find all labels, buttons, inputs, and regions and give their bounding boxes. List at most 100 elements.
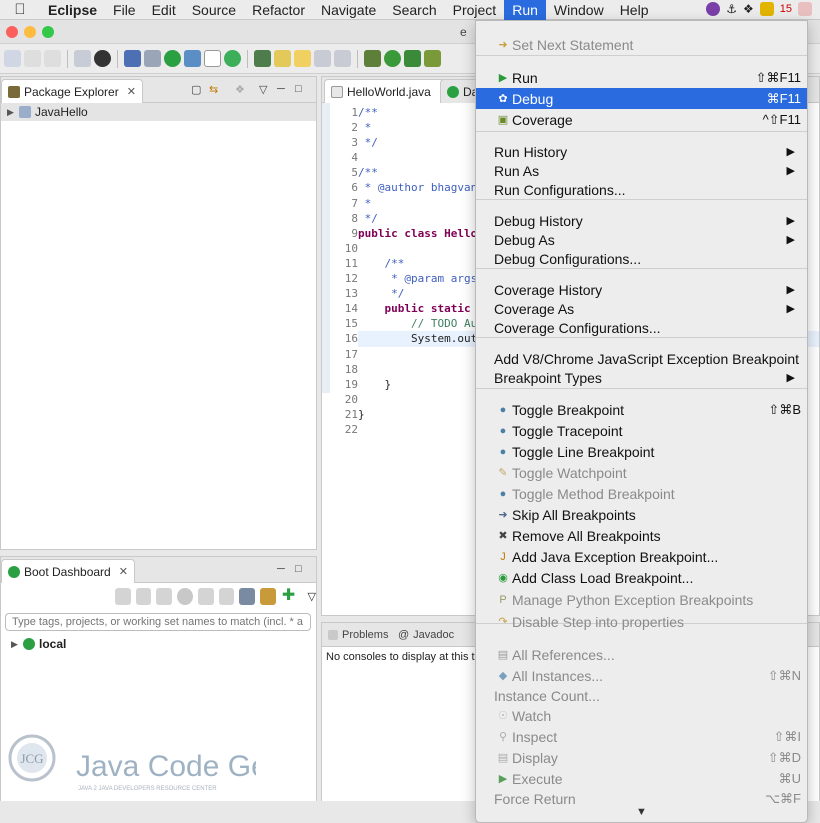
- menu-item-all-references[interactable]: ▤ All References...: [476, 644, 807, 665]
- menu-item-remove-all-breakpoints[interactable]: ✖ Remove All Breakpoints: [476, 525, 807, 546]
- save-icon[interactable]: [24, 50, 41, 67]
- menu-item-coverage[interactable]: ▣ Coverage ^⇧F11: [476, 109, 807, 130]
- menu-item-execute[interactable]: ▶ Execute ⌘U: [476, 768, 807, 789]
- tab-problems[interactable]: Problems: [328, 629, 388, 641]
- print-icon[interactable]: [74, 50, 91, 67]
- stop-icon[interactable]: [156, 587, 173, 605]
- menu-search[interactable]: Search: [384, 0, 444, 20]
- highlight-icon[interactable]: [274, 50, 291, 67]
- filter-input[interactable]: [5, 613, 311, 631]
- view-menu-icon[interactable]: ▽: [307, 590, 315, 603]
- menu-project[interactable]: Project: [445, 0, 505, 20]
- app-tray-icon[interactable]: [706, 2, 721, 16]
- menu-item-instance-count[interactable]: Instance Count...: [476, 685, 807, 706]
- edit-icon[interactable]: [218, 587, 235, 605]
- dropbox-icon[interactable]: ❖: [743, 2, 754, 16]
- refresh-icon[interactable]: [224, 50, 241, 67]
- menu-item-toggle-tracepoint[interactable]: ● Toggle Tracepoint: [476, 420, 807, 441]
- outline-icon[interactable]: [314, 50, 331, 67]
- menu-window[interactable]: Window: [546, 0, 612, 20]
- save-all-icon[interactable]: [44, 50, 61, 67]
- minimize-window-button[interactable]: [24, 26, 36, 38]
- menu-run[interactable]: Run: [504, 0, 546, 20]
- tree-item-javahello[interactable]: ▶ JavaHello: [1, 103, 316, 121]
- view-menu-icon[interactable]: ▽: [259, 83, 267, 96]
- mail-icon[interactable]: [798, 2, 812, 16]
- scroll-down-arrow-icon[interactable]: ▼: [636, 806, 647, 818]
- menu-item-run-as[interactable]: Run As ▶: [476, 160, 807, 181]
- menu-item-add-v8-chrome-javascript-exception-breakpoint[interactable]: Add V8/Chrome JavaScript Exception Break…: [476, 348, 807, 369]
- menu-item-breakpoint-types[interactable]: Breakpoint Types ▶: [476, 367, 807, 388]
- debug-bug-icon[interactable]: [364, 50, 381, 67]
- filter-icon[interactable]: ❖: [235, 83, 245, 96]
- tab-javadoc[interactable]: @ Javadoc: [398, 629, 454, 641]
- link-editor-icon[interactable]: ⇆: [209, 83, 218, 96]
- menu-item-run-configurations[interactable]: Run Configurations...: [476, 179, 807, 200]
- menu-item-run[interactable]: ▶ Run ⇧⌘F11: [476, 67, 807, 88]
- menu-item-skip-all-breakpoints[interactable]: ➜ Skip All Breakpoints: [476, 504, 807, 525]
- menu-refactor[interactable]: Refactor: [244, 0, 313, 20]
- close-icon[interactable]: ✕: [119, 565, 128, 578]
- close-window-button[interactable]: [6, 26, 18, 38]
- menu-app-eclipse[interactable]: Eclipse: [40, 0, 105, 20]
- expand-arrow-icon[interactable]: ▶: [11, 639, 19, 650]
- tab-helloworld-java[interactable]: HelloWorld.java ✕: [324, 79, 456, 103]
- collapse-all-icon[interactable]: ▢: [191, 83, 201, 96]
- tool-icon[interactable]: [144, 50, 161, 67]
- close-icon[interactable]: ✕: [127, 85, 136, 98]
- menu-item-debug-as[interactable]: Debug As ▶: [476, 229, 807, 250]
- maximize-icon[interactable]: □: [295, 83, 302, 95]
- debug-icon[interactable]: [135, 587, 152, 605]
- notes-icon[interactable]: [759, 2, 774, 16]
- menu-item-coverage-configurations[interactable]: Coverage Configurations...: [476, 317, 807, 338]
- menu-file[interactable]: File: [105, 0, 144, 20]
- menu-item-display[interactable]: ▤ Display ⇧⌘D: [476, 747, 807, 768]
- menu-item-toggle-method-breakpoint[interactable]: ● Toggle Method Breakpoint: [476, 483, 807, 504]
- menu-item-debug-configurations[interactable]: Debug Configurations...: [476, 248, 807, 269]
- add-icon[interactable]: ✚: [281, 587, 297, 605]
- minimize-icon[interactable]: ─: [277, 563, 285, 575]
- expand-arrow-icon[interactable]: ▶: [7, 107, 15, 118]
- account-icon[interactable]: [94, 50, 111, 67]
- tab-package-explorer[interactable]: Package Explorer ✕: [1, 79, 143, 103]
- menu-item-coverage-history[interactable]: Coverage History ▶: [476, 279, 807, 300]
- new-icon[interactable]: [4, 50, 21, 67]
- menu-item-coverage-as[interactable]: Coverage As ▶: [476, 298, 807, 319]
- menu-edit[interactable]: Edit: [144, 0, 184, 20]
- external-tools-icon[interactable]: [424, 50, 441, 67]
- coverage-icon[interactable]: [404, 50, 421, 67]
- run-icon[interactable]: [384, 50, 401, 67]
- spring-icon[interactable]: [164, 50, 181, 67]
- properties-icon[interactable]: [239, 587, 256, 605]
- menu-item-debug[interactable]: ✿ Debug ⌘F11: [476, 88, 807, 109]
- menu-item-toggle-line-breakpoint[interactable]: ● Toggle Line Breakpoint: [476, 441, 807, 462]
- toggle-mark-icon[interactable]: [204, 50, 221, 67]
- menu-item-manage-python-exception-breakpoints[interactable]: P Manage Python Exception Breakpoints: [476, 589, 807, 610]
- menu-item-disable-step-into-properties[interactable]: ↷ Disable Step into properties: [476, 611, 807, 632]
- menu-item-all-instances[interactable]: ◆ All Instances... ⇧⌘N: [476, 665, 807, 686]
- menu-item-toggle-breakpoint[interactable]: ● Toggle Breakpoint ⇧⌘B: [476, 399, 807, 420]
- web-icon[interactable]: [177, 587, 193, 605]
- menu-help[interactable]: Help: [612, 0, 657, 20]
- menu-item-add-class-load-breakpoint[interactable]: ◉ Add Class Load Breakpoint...: [476, 567, 807, 588]
- link-icon[interactable]: [260, 587, 276, 605]
- start-icon[interactable]: [115, 587, 131, 605]
- maximize-icon[interactable]: □: [295, 563, 302, 575]
- skip-icon[interactable]: [184, 50, 201, 67]
- paragraph-icon[interactable]: [334, 50, 351, 67]
- menu-item-watch[interactable]: ☉ Watch: [476, 705, 807, 726]
- zoom-window-button[interactable]: [42, 26, 54, 38]
- menu-item-toggle-watchpoint[interactable]: ✎ Toggle Watchpoint: [476, 462, 807, 483]
- annotation-icon[interactable]: [294, 50, 311, 67]
- minimize-icon[interactable]: ─: [277, 83, 285, 95]
- menu-source[interactable]: Source: [184, 0, 244, 20]
- menu-item-inspect[interactable]: ⚲ Inspect ⇧⌘I: [476, 726, 807, 747]
- menu-item-run-history[interactable]: Run History ▶: [476, 141, 807, 162]
- console-icon[interactable]: [197, 587, 214, 605]
- docker-icon[interactable]: ⚓: [726, 2, 737, 16]
- tab-boot-dashboard[interactable]: Boot Dashboard ✕: [1, 559, 135, 583]
- terminal-icon[interactable]: [124, 50, 141, 67]
- pin-icon[interactable]: [254, 50, 271, 67]
- menu-navigate[interactable]: Navigate: [313, 0, 384, 20]
- tree-item-local[interactable]: ▶ local: [5, 635, 66, 653]
